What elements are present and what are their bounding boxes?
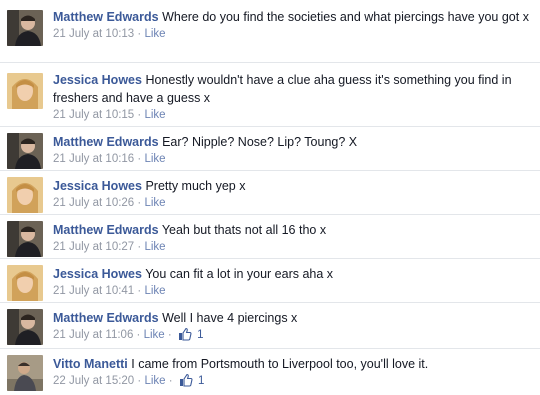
comment-body: Vitto Manetti I came from Portsmouth to … [53, 355, 532, 389]
comment-author-link[interactable]: Jessica Howes [53, 267, 142, 281]
comment-body: Matthew Edwards Ear? Nipple? Nose? Lip? … [53, 133, 532, 167]
matthew-avatar [7, 133, 43, 169]
like-link[interactable]: Like [144, 241, 165, 253]
comment-timestamp[interactable]: 21 July at 10:15 [53, 109, 134, 121]
comment-author-link[interactable]: Matthew Edwards [53, 223, 159, 237]
thumbs-up-icon[interactable] [179, 373, 193, 387]
comment-timestamp[interactable]: 21 July at 10:13 [53, 28, 134, 40]
comment-text: Well I have 4 piercings x [162, 311, 298, 325]
comment-body: Matthew Edwards Yeah but thats not all 1… [53, 221, 532, 255]
comment-timestamp[interactable]: 21 July at 11:06 [53, 329, 133, 341]
comment-body: Matthew Edwards Where do you find the so… [53, 8, 532, 42]
comment-text: Pretty much yep x [145, 179, 246, 193]
like-link[interactable]: Like [144, 197, 165, 209]
comment-meta: 21 July at 10:41 · Like [53, 283, 532, 299]
comment-body: Jessica Howes Honestly wouldn't have a c… [53, 71, 532, 123]
avatar[interactable] [7, 265, 43, 301]
comment-timestamp[interactable]: 22 July at 15:20 [53, 375, 134, 387]
comment-body: Jessica Howes You can fit a lot in your … [53, 265, 532, 299]
comment-body: Jessica Howes Pretty much yep x 21 July … [53, 177, 532, 211]
comment: Jessica Howes Pretty much yep x 21 July … [0, 170, 540, 215]
jessica-avatar [7, 73, 43, 109]
like-link[interactable]: Like [144, 109, 165, 121]
meta-separator: · [136, 329, 141, 341]
meta-separator: · [137, 197, 142, 209]
jessica-avatar [7, 265, 43, 301]
comment-author-link[interactable]: Matthew Edwards [53, 311, 159, 325]
comment-text: Where do you find the societies and what… [162, 10, 529, 24]
matthew-avatar [7, 221, 43, 257]
comment-text: Yeah but thats not all 16 tho x [161, 223, 327, 237]
meta-separator: · [168, 375, 173, 387]
avatar[interactable] [7, 10, 43, 46]
meta-separator: · [167, 329, 172, 341]
comment-timestamp[interactable]: 21 July at 10:26 [53, 197, 134, 209]
comment: Jessica Howes You can fit a lot in your … [0, 258, 540, 303]
comment: Vitto Manetti I came from Portsmouth to … [0, 348, 540, 395]
comment-text: You can fit a lot in your ears aha x [145, 267, 334, 281]
comment-author-link[interactable]: Jessica Howes [53, 73, 142, 87]
comment: Matthew Edwards Well I have 4 piercings … [0, 302, 540, 349]
thumbs-up-icon[interactable] [178, 327, 192, 341]
meta-separator: · [137, 241, 142, 253]
like-count[interactable]: 1 [197, 329, 203, 341]
jessica-avatar [7, 177, 43, 213]
like-link[interactable]: Like [144, 375, 165, 387]
comment-author-link[interactable]: Jessica Howes [53, 179, 142, 193]
comment-body: Matthew Edwards Well I have 4 piercings … [53, 309, 532, 343]
comment: Matthew Edwards Yeah but thats not all 1… [0, 214, 540, 259]
comment-author-link[interactable]: Matthew Edwards [53, 10, 159, 24]
comment-meta: 21 July at 10:13 · Like [53, 26, 532, 42]
avatar[interactable] [7, 177, 43, 213]
like-count[interactable]: 1 [198, 375, 204, 387]
avatar[interactable] [7, 309, 43, 345]
comment-meta: 21 July at 11:06 · Like · 1 [53, 327, 532, 343]
comment-author-link[interactable]: Vitto Manetti [53, 357, 128, 371]
comment-timestamp[interactable]: 21 July at 10:16 [53, 153, 134, 165]
avatar[interactable] [7, 355, 43, 391]
comment-meta: 22 July at 15:20 · Like · 1 [53, 373, 532, 389]
comment-meta: 21 July at 10:27 · Like [53, 239, 532, 255]
comment-meta: 21 July at 10:16 · Like [53, 151, 532, 167]
meta-separator: · [137, 375, 142, 387]
comment-text: I came from Portsmouth to Liverpool too,… [131, 357, 429, 371]
comment-text: Ear? Nipple? Nose? Lip? Toung? X [162, 135, 358, 149]
comment: Jessica Howes Honestly wouldn't have a c… [0, 62, 540, 127]
comment-author-link[interactable]: Matthew Edwards [53, 135, 159, 149]
avatar[interactable] [7, 133, 43, 169]
meta-separator: · [137, 153, 142, 165]
meta-separator: · [137, 28, 142, 40]
like-link[interactable]: Like [144, 28, 165, 40]
matthew-avatar [7, 10, 43, 46]
comment-timestamp[interactable]: 21 July at 10:41 [53, 285, 134, 297]
avatar[interactable] [7, 73, 43, 109]
comment-thread: Matthew Edwards Where do you find the so… [0, 0, 540, 394]
like-link[interactable]: Like [144, 153, 165, 165]
matthew-avatar [7, 309, 43, 345]
comment: Matthew Edwards Where do you find the so… [0, 0, 540, 62]
comment-meta: 21 July at 10:26 · Like [53, 195, 532, 211]
comment: Matthew Edwards Ear? Nipple? Nose? Lip? … [0, 126, 540, 171]
vitto-avatar [7, 355, 43, 391]
avatar[interactable] [7, 221, 43, 257]
like-link[interactable]: Like [144, 285, 165, 297]
meta-separator: · [137, 109, 142, 121]
like-link[interactable]: Like [144, 329, 165, 341]
meta-separator: · [137, 285, 142, 297]
comment-meta: 21 July at 10:15 · Like [53, 107, 532, 123]
comment-timestamp[interactable]: 21 July at 10:27 [53, 241, 134, 253]
